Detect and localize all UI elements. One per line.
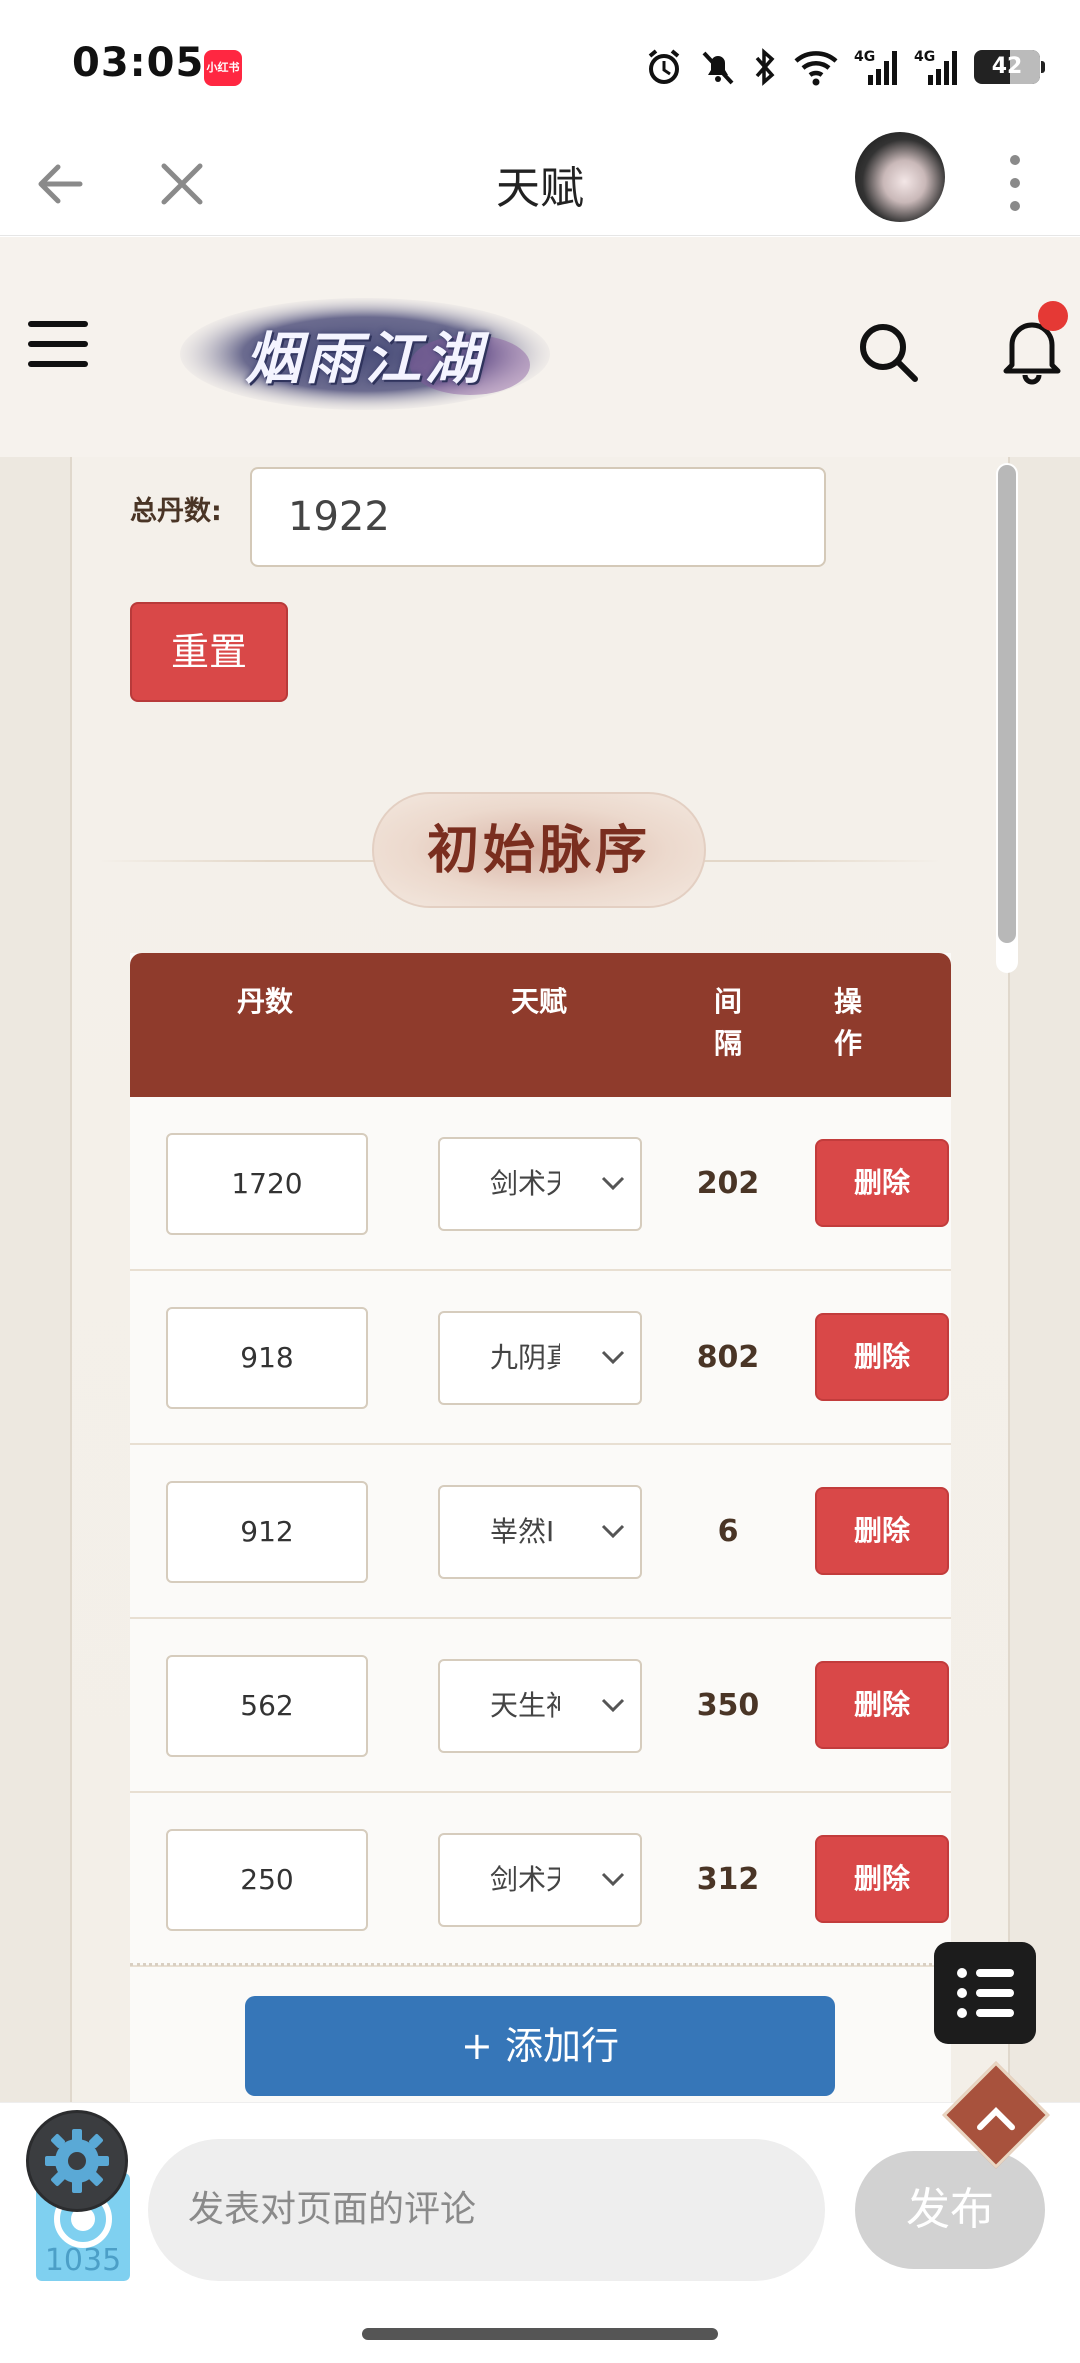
chevron-down-icon <box>601 1698 625 1713</box>
more-vertical-icon[interactable] <box>1000 150 1030 216</box>
talent-select-value: 九阴真 <box>490 1341 560 1374</box>
status-icons: 4G 4G 42 <box>644 44 1045 90</box>
table-divider <box>130 1963 951 1966</box>
delete-button[interactable]: 删除 <box>815 1835 949 1923</box>
total-dan-input[interactable]: 1922 <box>250 467 826 567</box>
dan-input[interactable]: 250 <box>166 1829 368 1931</box>
table-row: 912 峷然I 6 删除 <box>130 1445 951 1619</box>
section-header: 初始脉序 <box>100 792 940 932</box>
column-header-dan: 丹数 <box>236 985 293 1018</box>
table-header: 丹数 天赋 间 隔 操 作 <box>130 953 951 1097</box>
gap-value: 312 <box>696 1862 760 1897</box>
talent-select-value: 剑术天 <box>490 1863 560 1896</box>
total-dan-label: 总丹数: <box>130 496 222 527</box>
talent-table: 丹数 天赋 间 隔 操 作 1720 剑术天 202 删除 918 九阴真 80… <box>130 953 951 2102</box>
column-header-gap: 间 隔 <box>713 985 742 1060</box>
section-title: 初始脉序 <box>372 792 706 908</box>
comment-input[interactable]: 发表对页面的评论 <box>148 2139 825 2281</box>
wifi-icon <box>794 51 838 86</box>
status-bar: 03:05 小红书 4G 4G 42 <box>0 0 1080 130</box>
add-row-button[interactable]: + 添加行 <box>245 1996 835 2096</box>
table-row: 918 九阴真 802 删除 <box>130 1271 951 1445</box>
talent-select-value: 天生神 <box>490 1689 560 1722</box>
chevron-up-icon <box>977 2107 1015 2131</box>
gap-value: 802 <box>696 1340 760 1375</box>
bluetooth-icon <box>755 48 775 86</box>
talent-select-value: 剑术天 <box>490 1167 560 1200</box>
dan-input[interactable]: 562 <box>166 1655 368 1757</box>
dan-input[interactable]: 918 <box>166 1307 368 1409</box>
page-area: 总丹数: 1922 重置 初始脉序 丹数 天赋 间 隔 操 作 1720 剑术天… <box>0 457 1080 2102</box>
chevron-down-icon <box>601 1872 625 1887</box>
site-header: 烟雨江湖 <box>0 237 1080 457</box>
status-time: 03:05 <box>72 40 205 86</box>
avatar[interactable] <box>855 132 945 222</box>
site-logo[interactable]: 烟雨江湖 <box>180 295 550 413</box>
app-badge: 小红书 <box>204 50 242 86</box>
talent-select[interactable]: 剑术天 <box>438 1137 642 1231</box>
gap-value: 6 <box>717 1514 739 1549</box>
battery-level: 42 <box>991 54 1023 79</box>
top-nav: 天赋 <box>0 130 1080 236</box>
talent-select[interactable]: 剑术天 <box>438 1833 642 1927</box>
talent-select[interactable]: 峷然I <box>438 1485 642 1579</box>
search-icon[interactable] <box>855 319 921 385</box>
talent-select[interactable]: 九阴真 <box>438 1311 642 1405</box>
logo-text: 烟雨江湖 <box>245 325 485 392</box>
chevron-down-icon <box>601 1176 625 1191</box>
talent-select[interactable]: 天生神 <box>438 1659 642 1753</box>
publish-button[interactable]: 发布 <box>855 2151 1045 2269</box>
svg-text:4G: 4G <box>854 49 875 65</box>
column-header-action: 操 作 <box>833 985 862 1060</box>
scrollbar-thumb[interactable] <box>998 465 1016 943</box>
comment-bar: 1035 发表对页面的评论 发布 <box>0 2102 1080 2315</box>
dan-input[interactable]: 1720 <box>166 1133 368 1235</box>
home-indicator[interactable] <box>362 2328 718 2340</box>
table-row: 250 剑术天 312 删除 <box>130 1793 951 1967</box>
list-icon <box>957 1968 1014 2018</box>
delete-button[interactable]: 删除 <box>815 1313 949 1401</box>
chevron-down-icon <box>601 1350 625 1365</box>
mute-icon <box>702 51 734 85</box>
delete-button[interactable]: 删除 <box>815 1661 949 1749</box>
notification-dot <box>1038 301 1068 331</box>
settings-button[interactable] <box>26 2110 128 2212</box>
alarm-icon <box>648 49 680 84</box>
delete-button[interactable]: 删除 <box>815 1139 949 1227</box>
talent-select-value: 峷然I <box>490 1515 555 1548</box>
delete-button[interactable]: 删除 <box>815 1487 949 1575</box>
gap-value: 350 <box>696 1688 760 1723</box>
column-header-talent: 天赋 <box>510 985 567 1018</box>
menu-icon[interactable] <box>28 321 88 371</box>
dan-input[interactable]: 912 <box>166 1481 368 1583</box>
signal-4g-icon: 4G <box>854 49 897 85</box>
chevron-down-icon <box>601 1524 625 1539</box>
battery-icon: 42 <box>974 50 1045 84</box>
table-row: 1720 剑术天 202 删除 <box>130 1097 951 1271</box>
reset-button[interactable]: 重置 <box>130 602 288 702</box>
svg-text:4G: 4G <box>914 49 935 65</box>
app-shortcut-count: 1035 <box>44 2243 122 2278</box>
gear-icon <box>45 2129 109 2193</box>
table-row: 562 天生神 350 删除 <box>130 1619 951 1793</box>
signal-4g-icon: 4G <box>914 49 957 85</box>
gap-value: 202 <box>696 1166 760 1201</box>
table-of-contents-button[interactable] <box>934 1942 1036 2044</box>
